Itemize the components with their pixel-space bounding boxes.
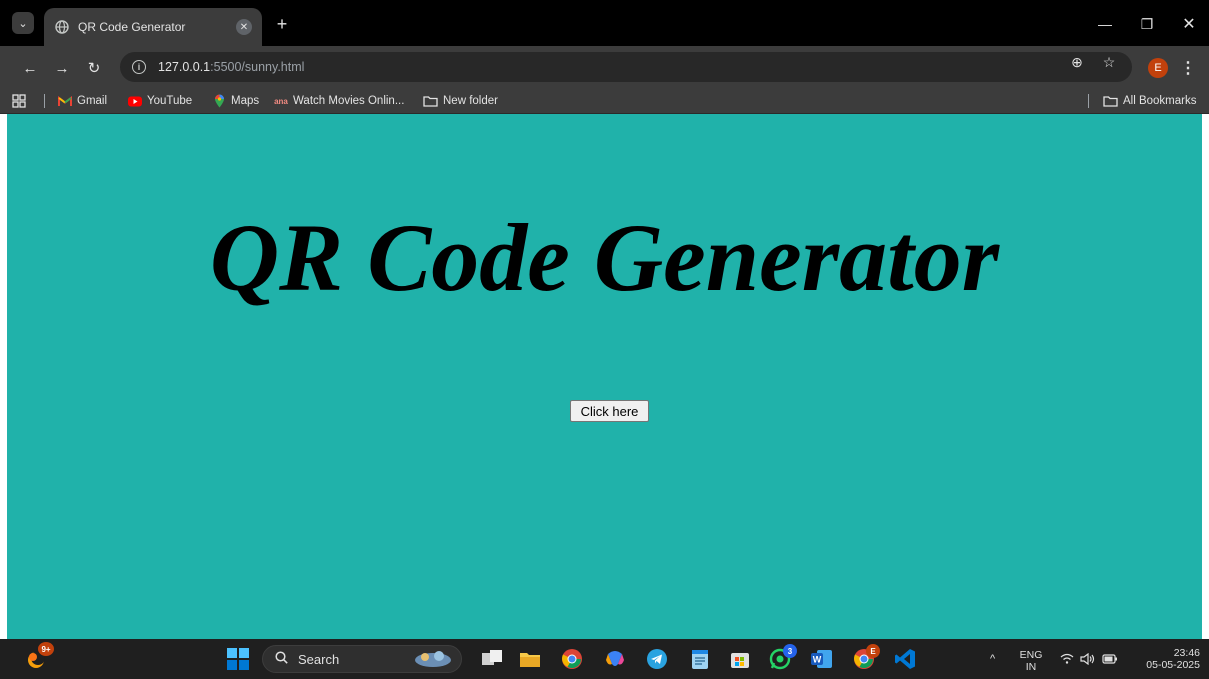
back-icon[interactable]: ← — [18, 56, 42, 80]
all-bookmarks[interactable]: All Bookmarks — [1102, 93, 1197, 109]
zoom-icon[interactable]: ⊕ — [1068, 53, 1086, 71]
chevron-up-icon[interactable]: ^ — [990, 653, 995, 665]
screen: ⌄ QR Code Generator ✕ + — ❐ ✕ ← → ↻ i 12… — [0, 0, 1209, 679]
bookmark-label: Watch Movies Onlin... — [293, 95, 405, 107]
windows-start-icon[interactable] — [226, 647, 250, 671]
page-margin-right — [1202, 114, 1209, 639]
vscode-icon[interactable] — [893, 647, 917, 671]
bookmarks-bar: Gmail YouTube Maps ana Watch Movies Onli… — [0, 88, 1209, 114]
volume-icon[interactable] — [1080, 652, 1096, 668]
page-body: QR Code Generator Click here — [7, 122, 1202, 639]
bookmark-label: New folder — [443, 95, 498, 107]
site-favicon: ana — [274, 96, 288, 106]
tab-title: QR Code Generator — [78, 20, 186, 34]
address-bar[interactable]: i 127.0.0.1:5500/sunny.html — [120, 52, 1132, 82]
search-icon — [275, 651, 288, 667]
chrome-profile-badge: E — [866, 644, 880, 658]
reload-icon[interactable]: ↻ — [82, 56, 106, 80]
svg-text:W: W — [813, 655, 822, 665]
taskbar-search-input[interactable]: Search — [262, 645, 462, 673]
wifi-icon[interactable] — [1060, 653, 1074, 667]
bookmark-gmail[interactable]: Gmail — [58, 93, 107, 109]
search-placeholder: Search — [298, 651, 340, 667]
whatsapp-badge: 3 — [783, 644, 797, 658]
tab-close-icon[interactable]: ✕ — [236, 19, 252, 35]
taskbar: 9+ Search 3 W E ^ ENG IN 23:46 05-05-202… — [0, 639, 1209, 679]
site-info-icon[interactable]: i — [132, 60, 146, 74]
forward-icon[interactable]: → — [50, 56, 74, 80]
url-text[interactable]: 127.0.0.1:5500/sunny.html — [158, 60, 304, 74]
page-margin-left — [0, 114, 7, 639]
all-bookmarks-label: All Bookmarks — [1123, 95, 1197, 107]
bookmark-new-folder[interactable]: New folder — [422, 93, 498, 109]
clock-date: 05-05-2025 — [1146, 659, 1200, 671]
clock-time: 23:46 — [1173, 647, 1200, 659]
minimize-icon[interactable]: — — [1092, 12, 1118, 36]
file-explorer-icon[interactable] — [518, 647, 542, 671]
folder-icon — [422, 95, 438, 107]
restore-icon[interactable]: ❐ — [1134, 12, 1160, 36]
new-tab-icon[interactable]: + — [272, 14, 292, 34]
close-window-icon[interactable]: ✕ — [1176, 12, 1202, 36]
globe-icon — [54, 19, 70, 35]
apps-grid-icon[interactable] — [12, 93, 26, 109]
battery-icon[interactable] — [1102, 653, 1118, 668]
language-indicator[interactable]: ENG IN — [1018, 649, 1044, 673]
language-top: ENG — [1019, 649, 1043, 661]
page-title: QR Code Generator — [209, 204, 1000, 311]
click-here-button[interactable]: Click here — [570, 400, 649, 422]
search-highlight-icon — [413, 648, 453, 671]
tab-active[interactable]: QR Code Generator ✕ — [44, 8, 262, 46]
page-top-strip — [7, 114, 1202, 122]
url-path: :5500/sunny.html — [210, 60, 305, 74]
bookmark-watch-movies[interactable]: ana Watch Movies Onlin... — [274, 93, 404, 109]
word-icon[interactable]: W — [810, 647, 834, 671]
bookmark-label: YouTube — [147, 95, 193, 107]
bookmark-youtube[interactable]: YouTube — [128, 93, 192, 109]
copilot-icon[interactable] — [603, 647, 627, 671]
gmail-icon — [58, 95, 72, 107]
menu-icon[interactable]: ⋮ — [1180, 56, 1196, 80]
youtube-icon — [128, 95, 142, 107]
bookmark-label: Maps — [231, 95, 260, 107]
bookmark-maps[interactable]: Maps — [212, 93, 259, 109]
language-bottom: IN — [1025, 661, 1037, 673]
bookmark-divider — [1088, 94, 1089, 108]
title-bar: ⌄ QR Code Generator ✕ + — ❐ ✕ — [0, 0, 1209, 46]
bookmark-star-icon[interactable]: ☆ — [1100, 53, 1118, 71]
profile-avatar[interactable]: E — [1148, 58, 1168, 78]
maps-icon — [212, 94, 226, 108]
microsoft-store-icon[interactable] — [728, 647, 752, 671]
bookmark-divider — [44, 94, 45, 108]
telegram-icon[interactable] — [645, 647, 669, 671]
bookmark-label: Gmail — [77, 95, 108, 107]
widget-badge: 9+ — [38, 642, 54, 656]
notepad-icon[interactable] — [688, 647, 712, 671]
clock[interactable]: 23:46 05-05-2025 — [1134, 647, 1200, 671]
folder-icon — [1102, 95, 1118, 107]
tab-search-icon[interactable]: ⌄ — [12, 12, 34, 34]
url-host: 127.0.0.1 — [158, 60, 211, 74]
browser-toolbar: ← → ↻ i 127.0.0.1:5500/sunny.html ⊕ ☆ E … — [0, 46, 1209, 88]
chrome-icon[interactable] — [560, 647, 584, 671]
task-view-icon[interactable] — [480, 647, 504, 671]
